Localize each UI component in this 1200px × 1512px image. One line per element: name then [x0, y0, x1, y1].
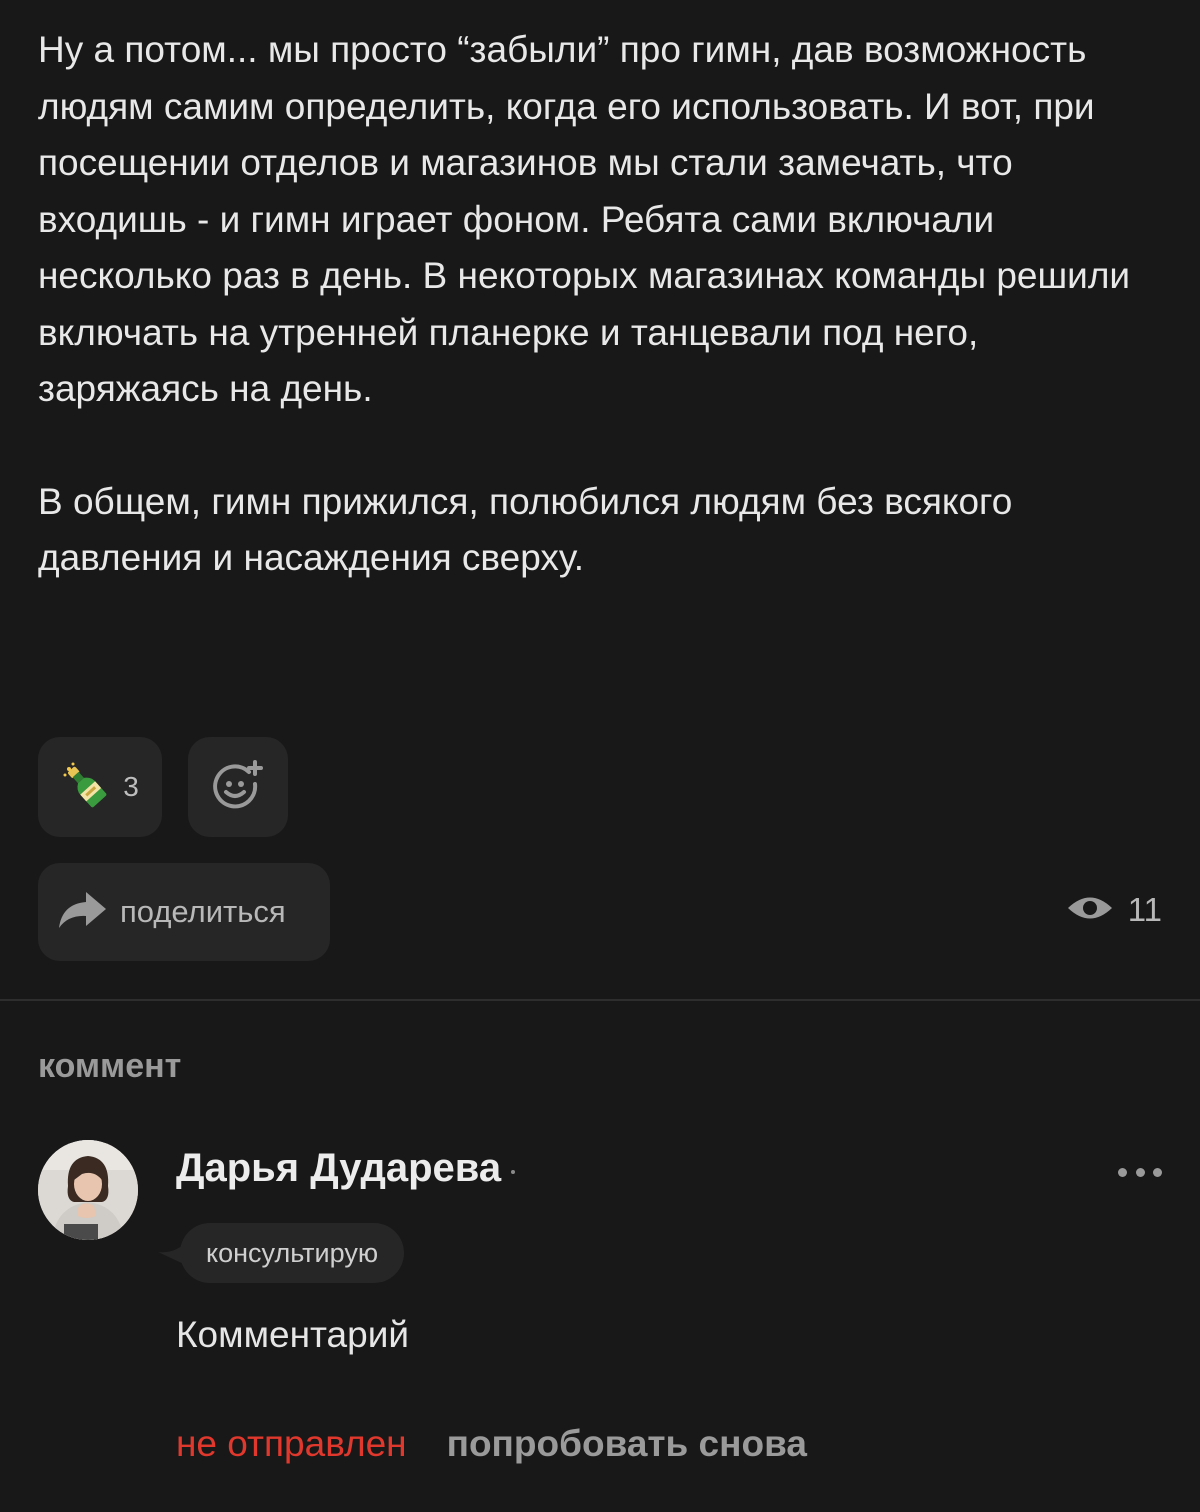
- retry-button[interactable]: попробовать снова: [447, 1423, 807, 1465]
- article-body: Ну а потом... мы просто “забыли” про гим…: [38, 22, 1168, 643]
- views-counter: 11: [1066, 891, 1162, 929]
- share-label: поделиться: [120, 894, 286, 929]
- add-reaction-button[interactable]: [188, 737, 288, 837]
- reaction-champagne-button[interactable]: 3: [38, 737, 162, 837]
- comments-heading: коммент: [38, 1047, 182, 1085]
- article-paragraph: Ну а потом... мы просто “забыли” про гим…: [38, 29, 1131, 409]
- more-options-button[interactable]: [1118, 1160, 1162, 1184]
- reaction-count: 3: [123, 771, 139, 802]
- comment-author: Дарья Дударева: [176, 1146, 516, 1191]
- more-dot-icon: [1153, 1167, 1162, 1177]
- reactions-bar: 3: [38, 737, 288, 837]
- author-name[interactable]: Дарья Дударева: [176, 1146, 501, 1191]
- article-paragraph: В общем, гимн прижился, полюбился людям …: [38, 480, 1013, 579]
- champagne-bottle-icon: [61, 761, 109, 814]
- comment-status-row: не отправлен попробовать снова: [176, 1423, 807, 1465]
- more-dot-icon: [1118, 1167, 1127, 1177]
- share-arrow-icon: [56, 890, 108, 935]
- send-failed-status: не отправлен: [176, 1423, 407, 1464]
- author-status-badge: консультирую: [180, 1223, 405, 1283]
- more-dot-icon: [1135, 1167, 1145, 1177]
- add-reaction-icon: [211, 758, 265, 817]
- share-button[interactable]: поделиться: [38, 863, 330, 961]
- section-divider: [0, 999, 1200, 1001]
- separator-dot: [511, 1169, 516, 1174]
- views-count: 11: [1127, 891, 1162, 928]
- avatar[interactable]: [38, 1140, 138, 1240]
- eye-icon: [1066, 893, 1114, 928]
- comment-text: Комментарий: [176, 1314, 410, 1355]
